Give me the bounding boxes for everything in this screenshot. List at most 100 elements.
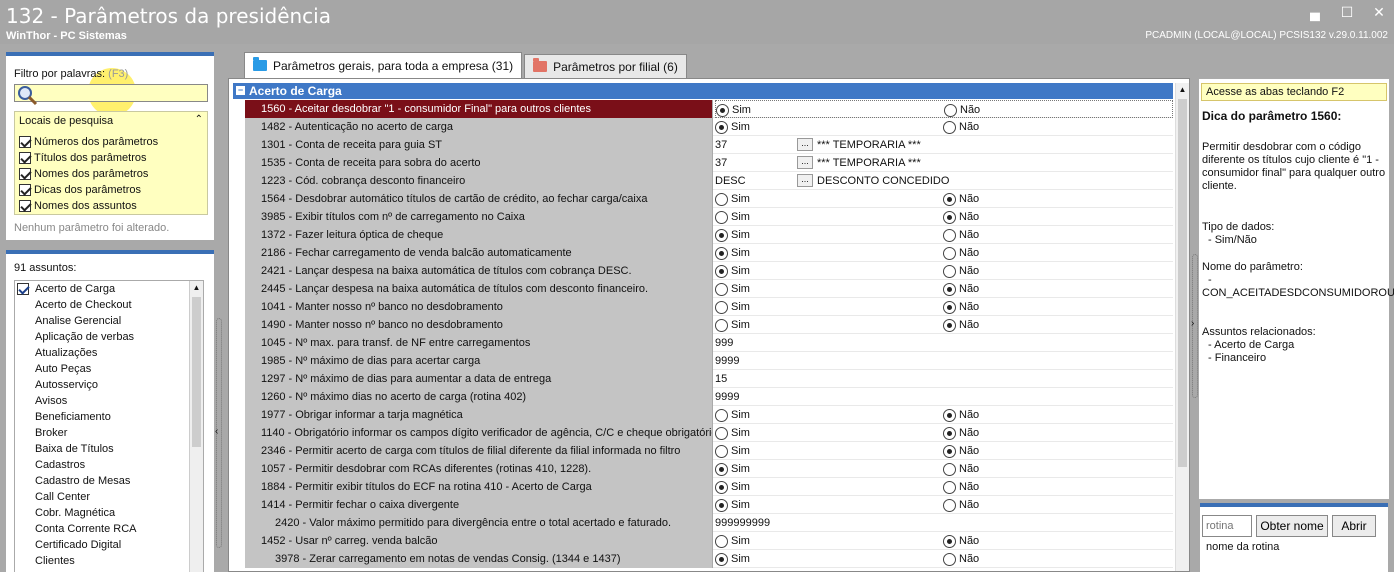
tab-1[interactable]: Parâmetros por filial (6) bbox=[524, 54, 687, 78]
group-header[interactable]: − Acerto de Carga bbox=[233, 83, 1173, 99]
parameter-row[interactable]: 1414 - Permitir fechar o caixa divergent… bbox=[245, 496, 1173, 514]
nao-option[interactable]: Não bbox=[943, 118, 979, 136]
subject-item[interactable]: Baixa de Títulos bbox=[15, 441, 203, 457]
radio-nao[interactable] bbox=[943, 264, 956, 278]
radio-sim[interactable] bbox=[715, 462, 728, 476]
parameter-row[interactable]: 1452 - Usar nº carreg. venda balcão Sim Nã… bbox=[245, 532, 1173, 550]
scroll-thumb[interactable] bbox=[192, 297, 201, 447]
nao-option[interactable]: Não bbox=[943, 478, 979, 496]
maximize-icon[interactable]: ☐ bbox=[1340, 4, 1354, 21]
parameter-value[interactable]: Sim Não bbox=[715, 496, 1173, 514]
parameter-row[interactable]: 2420 - Valor máximo permitido para diver… bbox=[245, 514, 1173, 532]
scroll-up-icon[interactable]: ▲ bbox=[190, 281, 203, 295]
parameter-value[interactable]: 999 bbox=[715, 334, 1173, 352]
parameter-value[interactable]: Sim Não bbox=[715, 424, 1173, 442]
parameter-value[interactable]: Sim Não bbox=[715, 118, 1173, 136]
subject-item[interactable]: Avisos bbox=[15, 393, 203, 409]
search-location-option[interactable]: Dicas dos parâmetros bbox=[19, 182, 158, 198]
sim-option[interactable]: Sim bbox=[715, 262, 750, 280]
parameter-value[interactable]: Sim Não bbox=[715, 460, 1173, 478]
parameter-row[interactable]: 3985 - Exibir títulos com nº de carregam… bbox=[245, 208, 1173, 226]
parameter-value[interactable]: 15 bbox=[715, 370, 1173, 388]
radio-sim[interactable] bbox=[715, 192, 728, 206]
collapse-right-icon[interactable]: › bbox=[1191, 318, 1194, 329]
radio-sim[interactable] bbox=[715, 210, 728, 224]
lookup-value[interactable]: 37 bbox=[715, 154, 727, 172]
nao-option[interactable]: Não bbox=[943, 280, 979, 298]
parameter-row[interactable]: 1884 - Permitir exibir títulos do ECF na… bbox=[245, 478, 1173, 496]
parameter-value[interactable]: Sim Não bbox=[715, 478, 1173, 496]
sim-option[interactable]: Sim bbox=[715, 442, 750, 460]
parameter-value[interactable]: Sim Não bbox=[715, 280, 1173, 298]
parameter-value[interactable]: 999999999 bbox=[715, 514, 1173, 532]
checkbox[interactable] bbox=[19, 184, 31, 196]
nao-option[interactable]: Não bbox=[943, 262, 979, 280]
lookup-value[interactable]: 37 bbox=[715, 136, 727, 154]
filter-input[interactable] bbox=[14, 84, 208, 102]
sim-option[interactable]: Sim bbox=[715, 406, 750, 424]
radio-sim[interactable] bbox=[715, 228, 728, 242]
radio-sim[interactable] bbox=[715, 264, 728, 278]
collapse-left-icon[interactable]: ‹ bbox=[215, 426, 218, 437]
scroll-up-icon[interactable]: ▲ bbox=[1176, 83, 1189, 97]
parameter-value[interactable]: Sim Não bbox=[715, 532, 1173, 550]
radio-nao[interactable] bbox=[943, 552, 956, 566]
parameter-value[interactable]: Sim Não bbox=[715, 442, 1173, 460]
radio-sim[interactable] bbox=[715, 552, 728, 566]
search-location-option[interactable]: Nomes dos parâmetros bbox=[19, 166, 158, 182]
subject-item[interactable]: Broker bbox=[15, 425, 203, 441]
parameter-value[interactable]: Sim Não bbox=[715, 316, 1173, 334]
parameter-row[interactable]: 1490 - Manter nosso nº banco no desdobra… bbox=[245, 316, 1173, 334]
radio-nao[interactable] bbox=[943, 282, 956, 296]
parameter-row[interactable]: 2445 - Lançar despesa na baixa automátic… bbox=[245, 280, 1173, 298]
radio-nao[interactable] bbox=[943, 192, 956, 206]
sim-option[interactable]: Sim bbox=[715, 298, 750, 316]
nao-option[interactable]: Não bbox=[943, 442, 979, 460]
parameter-row[interactable]: 2421 - Lançar despesa na baixa automátic… bbox=[245, 262, 1173, 280]
radio-sim[interactable] bbox=[715, 282, 728, 296]
checkbox[interactable] bbox=[19, 136, 31, 148]
parameter-row[interactable]: 1057 - Permitir desdobrar com RCAs difer… bbox=[245, 460, 1173, 478]
parameter-value[interactable]: DESC... DESCONTO CONCEDIDO bbox=[715, 172, 1173, 190]
nao-option[interactable]: Não bbox=[944, 101, 980, 119]
parameter-row[interactable]: 2186 - Fechar carregamento de venda balc… bbox=[245, 244, 1173, 262]
nao-option[interactable]: Não bbox=[943, 406, 979, 424]
subject-item[interactable]: Clientes bbox=[15, 553, 203, 569]
radio-sim[interactable] bbox=[715, 408, 728, 422]
search-location-option[interactable]: Títulos dos parâmetros bbox=[19, 150, 158, 166]
parameter-row[interactable]: 1564 - Desdobrar automático títulos de c… bbox=[245, 190, 1173, 208]
parameter-value[interactable]: 9999 bbox=[715, 352, 1173, 370]
radio-sim[interactable] bbox=[716, 103, 729, 117]
radio-nao[interactable] bbox=[943, 318, 956, 332]
parameter-row[interactable]: 1482 - Autenticação no acerto de carga Si… bbox=[245, 118, 1173, 136]
subject-item[interactable]: Acerto de Checkout bbox=[15, 297, 203, 313]
text-value[interactable]: 999999999 bbox=[715, 514, 770, 532]
radio-nao[interactable] bbox=[943, 462, 956, 476]
radio-nao[interactable] bbox=[943, 300, 956, 314]
text-value[interactable]: 999 bbox=[715, 334, 733, 352]
subject-item[interactable]: Certificado Digital bbox=[15, 537, 203, 553]
sim-option[interactable]: Sim bbox=[715, 280, 750, 298]
radio-sim[interactable] bbox=[715, 444, 728, 458]
radio-nao[interactable] bbox=[943, 120, 956, 134]
text-value[interactable]: 9999 bbox=[715, 388, 739, 406]
radio-nao[interactable] bbox=[943, 246, 956, 260]
radio-sim[interactable] bbox=[715, 300, 728, 314]
parameter-row[interactable]: 1372 - Fazer leitura óptica de cheque Sim… bbox=[245, 226, 1173, 244]
lookup-value[interactable]: DESC bbox=[715, 172, 746, 190]
sim-option[interactable]: Sim bbox=[715, 226, 750, 244]
subject-item[interactable]: Analise Gerencial bbox=[15, 313, 203, 329]
lookup-button[interactable]: ... bbox=[797, 174, 813, 187]
radio-sim[interactable] bbox=[715, 120, 728, 134]
grid-scrollbar[interactable]: ▲ bbox=[1175, 83, 1189, 571]
parameter-row[interactable]: 1041 - Manter nosso nº banco no desdobra… bbox=[245, 298, 1173, 316]
nao-option[interactable]: Não bbox=[943, 532, 979, 550]
parameter-value[interactable]: Sim Não bbox=[715, 262, 1173, 280]
subjects-scrollbar[interactable]: ▲ bbox=[189, 281, 203, 572]
scroll-thumb[interactable] bbox=[1178, 99, 1187, 467]
subject-item[interactable]: Cadastros bbox=[15, 457, 203, 473]
subject-item[interactable]: Atualizações bbox=[15, 345, 203, 361]
checkbox[interactable] bbox=[19, 168, 31, 180]
lookup-button[interactable]: ... bbox=[797, 138, 813, 151]
close-icon[interactable]: ✕ bbox=[1372, 4, 1386, 21]
